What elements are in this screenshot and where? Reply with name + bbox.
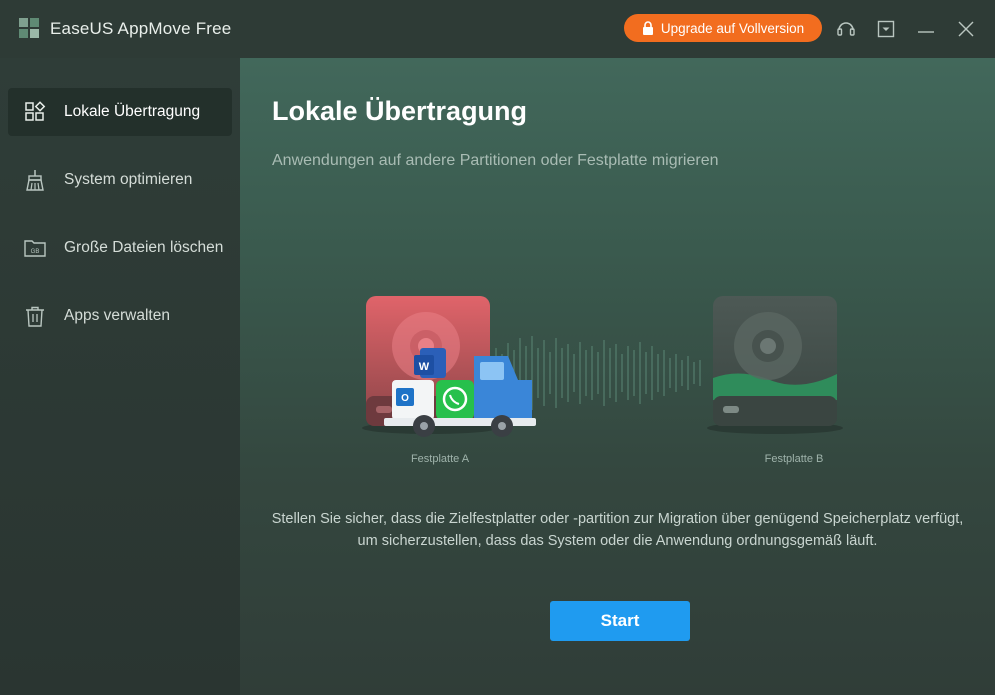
- minimize-icon[interactable]: [915, 18, 937, 40]
- word-icon: W: [419, 361, 430, 373]
- local-transfer-icon: [25, 101, 46, 121]
- disk-b: [707, 296, 843, 434]
- sidebar-item-label: Lokale Übertragung: [64, 103, 201, 120]
- trash-icon: [26, 306, 44, 327]
- large-files-icon: GB: [24, 240, 46, 257]
- close-icon[interactable]: [955, 18, 977, 40]
- info-text: Stellen Sie sicher, dass die Zielfestpla…: [271, 511, 964, 549]
- headset-icon[interactable]: [835, 18, 857, 40]
- disk-b-label: Festplatte B: [764, 453, 824, 465]
- sidebar-item-label: System optimieren: [64, 171, 193, 188]
- broom-icon: [26, 170, 44, 191]
- page-subtitle: Anwendungen auf andere Partitionen oder …: [272, 152, 719, 169]
- main-panel: Lokale Übertragung Anwendungen auf ander…: [240, 58, 995, 695]
- sidebar: Lokale Übertragung System optimieren GB …: [0, 58, 240, 695]
- outlook-icon: O: [401, 393, 409, 404]
- upgrade-button[interactable]: Upgrade auf Vollversion: [624, 14, 822, 42]
- sidebar-item-local-transfer[interactable]: Lokale Übertragung: [8, 88, 232, 136]
- disk-a-label: Festplatte A: [410, 453, 470, 465]
- sidebar-item-large-files[interactable]: GB Große Dateien löschen: [8, 224, 232, 272]
- lock-icon: [642, 21, 653, 35]
- sidebar-item-label: Apps verwalten: [64, 307, 170, 324]
- sidebar-item-label: Große Dateien löschen: [64, 239, 224, 256]
- start-button[interactable]: Start: [550, 601, 690, 641]
- upgrade-label: Upgrade auf Vollversion: [660, 20, 805, 36]
- app-logo-icon: [19, 18, 39, 38]
- title-bar: EaseUS AppMove Free Upgrade auf Vollvers…: [0, 0, 995, 58]
- sidebar-item-manage-apps[interactable]: Apps verwalten: [8, 292, 232, 340]
- transfer-illustration: W O: [362, 296, 843, 437]
- page-title: Lokale Übertragung: [272, 96, 528, 126]
- svg-text:GB: GB: [31, 249, 40, 255]
- app-title: EaseUS AppMove Free: [50, 19, 232, 38]
- sidebar-item-system-optimize[interactable]: System optimieren: [8, 156, 232, 204]
- dropdown-menu-icon[interactable]: [875, 18, 897, 40]
